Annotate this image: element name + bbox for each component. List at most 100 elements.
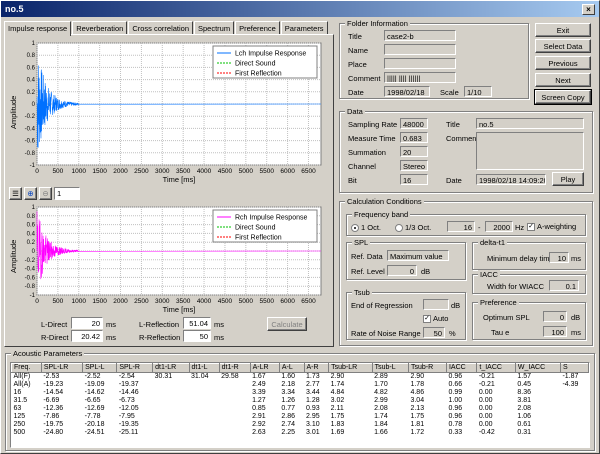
folder-comment-field[interactable]: ||||| |||| ||||||: [384, 72, 456, 83]
tab-spectrum[interactable]: Spectrum: [194, 21, 235, 35]
calc-title: Calculation Conditions: [345, 197, 424, 206]
tau-e-field[interactable]: 100: [543, 326, 567, 337]
freq-high-field[interactable]: 2000: [485, 221, 513, 232]
table-cell: [189, 381, 219, 389]
measure-time-field[interactable]: 0.683: [400, 132, 428, 143]
table-header[interactable]: SPL-L: [82, 363, 118, 373]
table-row[interactable]: 16 -14.54 -14.62 -14.46 3.39 3.34 3.44 4.84 4.82…: [12, 389, 589, 397]
data-date-field[interactable]: 1998/02/18 14:09:20: [476, 174, 546, 185]
table-cell: 0.00: [478, 421, 493, 428]
table-header[interactable]: t_IACC: [476, 363, 516, 373]
table-cell: [219, 397, 250, 405]
table-row[interactable]: 125 -7.86 -7.78 -7.95 2.91 2.86 2.95 1.75 1.74 1.…: [12, 413, 589, 421]
table-row[interactable]: 250 -19.75 -20.18 -19.35 2.92 2.74 3.10 1.83 1.8…: [12, 421, 589, 429]
table-header[interactable]: Tsub-LR: [328, 363, 373, 373]
oct3-radio[interactable]: 1/3 Oct.: [395, 223, 431, 232]
r-refl-field[interactable]: 50: [183, 330, 211, 342]
table-cell: [153, 381, 189, 389]
tab-reverberation[interactable]: Reverberation: [72, 21, 128, 35]
y-tick-label: 0.8: [27, 214, 36, 220]
table-header[interactable]: IACC: [445, 363, 478, 373]
table-cell: [560, 389, 588, 397]
optimum-spl-field[interactable]: 0: [543, 311, 567, 322]
r-direct-field[interactable]: 20.42: [71, 330, 103, 342]
end-regression-field[interactable]: [423, 299, 449, 310]
close-button[interactable]: ×: [582, 3, 595, 15]
tab-cross-correlation[interactable]: Cross correlation: [128, 21, 193, 35]
calculate-button[interactable]: Calculate: [267, 317, 307, 331]
play-button[interactable]: Play: [552, 172, 584, 186]
table-row[interactable]: 31.5 -6.69 -6.65 -6.73 1.27 1.26 1.28 3.02 2.99 3…: [12, 397, 589, 405]
table-cell: 1.73: [306, 373, 320, 380]
acoustic-params-table-frame[interactable]: Freq. SPL-LR SPL-L SPL-R dt1-LR dt1-L dt1-R A-L…: [10, 362, 590, 448]
table-header[interactable]: A-R: [303, 363, 330, 373]
tab-preference[interactable]: Preference: [235, 21, 280, 35]
bit-field[interactable]: 16: [400, 174, 428, 185]
freq-range-dash: -: [478, 223, 481, 232]
table-cell: 1.84: [374, 421, 388, 428]
ref-data-field[interactable]: Maximum value: [387, 250, 449, 261]
screen-copy-button[interactable]: Screen Copy: [534, 89, 592, 105]
table-header[interactable]: A-L: [278, 363, 305, 373]
table-header[interactable]: A-LR: [249, 363, 280, 373]
table-header[interactable]: dt1-L: [188, 363, 220, 373]
table-row[interactable]: 63 -12.36 -12.69 -12.05 0.85 0.77 0.93 2.11 2.08…: [12, 405, 589, 413]
list-icon[interactable]: ☰: [9, 187, 22, 200]
y-tick-label: 0.8: [27, 53, 36, 59]
wiacc-field[interactable]: 0.1: [549, 280, 579, 291]
folder-name-field[interactable]: [384, 44, 456, 55]
table-cell: [219, 381, 250, 389]
table-header[interactable]: S: [559, 363, 589, 373]
table-cell: 1.74: [330, 381, 345, 388]
table-cell: 3.01: [306, 429, 320, 436]
table-row[interactable]: All(F) -2.53 -2.52 -2.54 30.31 31.04 29.58 1.67…: [12, 373, 589, 382]
table-header[interactable]: Tsub-L: [371, 363, 409, 373]
table-header[interactable]: W_IACC: [514, 363, 561, 373]
table-row[interactable]: All(A) -19.23 -19.09 -19.37 2.49 2.18 2.77 1.74…: [12, 381, 589, 389]
select-data-button[interactable]: Select Data: [535, 39, 591, 53]
table-cell: [219, 429, 250, 437]
auto-checkbox[interactable]: ✓ Auto: [423, 314, 448, 323]
ref-level-field[interactable]: 0: [387, 265, 417, 276]
optimum-spl-unit: dB: [571, 313, 581, 322]
zoom-field[interactable]: 1: [54, 187, 80, 200]
summation-field[interactable]: 20: [400, 146, 428, 157]
channel-field[interactable]: Stereo: [400, 160, 428, 171]
min-delay-field[interactable]: 10: [549, 252, 569, 263]
iacc-group: IACC Width for WIACC 0.1: [472, 270, 586, 294]
table-header[interactable]: SPL-R: [116, 363, 154, 373]
l-direct-field[interactable]: 20: [71, 317, 103, 329]
table-header[interactable]: Freq.: [11, 363, 42, 373]
table-header[interactable]: dt1-R: [218, 363, 251, 373]
table-cell: -19.37: [118, 381, 139, 388]
zoom-out-icon[interactable]: ⊖: [39, 187, 52, 200]
spl-title: SPL: [352, 238, 371, 247]
sampling-rate-field[interactable]: 48000: [400, 118, 428, 129]
exit-button[interactable]: Exit: [535, 23, 591, 37]
table-cell: 16: [13, 389, 22, 396]
table-header[interactable]: dt1-LR: [152, 363, 190, 373]
table-cell: -2.53: [43, 373, 60, 380]
tab-impulse-response[interactable]: Impulse response: [4, 21, 72, 36]
folder-title-field[interactable]: case2-b: [384, 30, 456, 41]
l-refl-field[interactable]: 51.04: [183, 317, 211, 329]
next-button[interactable]: Next: [535, 73, 591, 87]
zoom-in-icon[interactable]: ⊕: [24, 187, 37, 200]
oct1-radio[interactable]: 1 Oct.: [351, 223, 381, 232]
folder-scale-field[interactable]: 1/10: [464, 86, 492, 97]
table-cell: 2.18: [281, 381, 295, 388]
x-tick-label: 4500: [218, 168, 233, 175]
previous-button[interactable]: Previous: [535, 56, 591, 70]
table-header[interactable]: SPL-LR: [40, 363, 84, 373]
freq-low-field[interactable]: 16: [447, 221, 475, 232]
table-header[interactable]: Tsub-R: [407, 363, 447, 373]
folder-info-title: Folder Information: [345, 19, 410, 28]
data-title-field[interactable]: no.5: [476, 118, 584, 129]
table-row[interactable]: 500 -24.80 -24.51 -25.11 2.63 2.25 3.01 1.69 1.6…: [12, 429, 589, 437]
folder-place-field[interactable]: [384, 58, 456, 69]
data-comment-field[interactable]: [476, 132, 584, 170]
a-weighting-checkbox[interactable]: ✓ A-weighting: [527, 222, 576, 231]
noise-range-field[interactable]: 50: [423, 327, 445, 338]
tab-parameters[interactable]: Parameters: [280, 21, 328, 35]
folder-date-field[interactable]: 1998/02/18: [384, 86, 430, 97]
